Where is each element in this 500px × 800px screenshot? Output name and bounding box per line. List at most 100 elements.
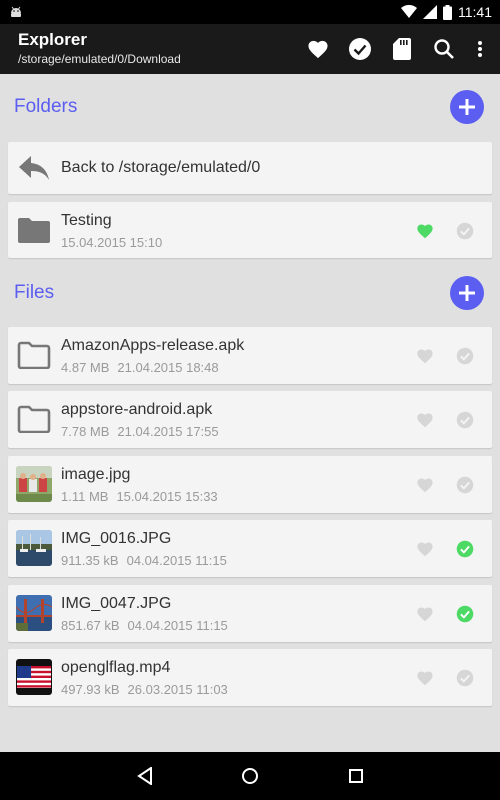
folder-icon-wrap — [16, 212, 52, 248]
file-size: 497.93 kB — [61, 682, 120, 697]
android-icon — [11, 6, 21, 17]
file-meta: 851.67 kB 04.04.2015 11:15 — [61, 618, 228, 633]
file-size: 911.35 kB — [61, 553, 119, 568]
file-thumb-wrap — [16, 530, 52, 566]
file-row[interactable]: appstore-android.apk 7.78 MB 21.04.2015 1… — [8, 391, 492, 448]
files-section-header: Files — [0, 272, 500, 316]
back-nav-button[interactable] — [133, 764, 157, 788]
file-name: AmazonApps-release.apk — [61, 337, 245, 354]
file-date: 21.04.2015 18:48 — [117, 360, 219, 375]
home-nav-button[interactable] — [238, 764, 262, 788]
back-label: Back to /storage/emulated/0 — [61, 159, 261, 176]
select-all-button[interactable] — [348, 37, 372, 61]
add-file-button[interactable] — [450, 276, 484, 310]
files-label: Files — [14, 282, 55, 303]
file-thumb-wrap — [16, 337, 52, 373]
search-icon — [434, 39, 454, 59]
check-circle-icon — [349, 38, 371, 60]
select-toggle[interactable] — [454, 667, 476, 689]
harbor-thumbnail — [16, 530, 52, 566]
file-row[interactable]: AmazonApps-release.apk 4.87 MB 21.04.2015… — [8, 327, 492, 384]
folders-section-header: Folders — [0, 86, 500, 130]
more-vert-icon — [478, 41, 482, 57]
file-date: 21.04.2015 17:55 — [117, 424, 219, 439]
file-size: 1.11 MB — [61, 489, 109, 504]
file-row[interactable]: IMG_0016.JPG 911.35 kB 04.04.2015 11:15 — [8, 520, 492, 577]
status-bar: 11:41 — [0, 0, 500, 24]
select-toggle[interactable] — [454, 538, 476, 560]
file-thumb-wrap — [16, 466, 52, 502]
favorite-toggle[interactable] — [414, 603, 436, 625]
heart-icon — [417, 413, 433, 428]
folder-outline-icon — [17, 341, 51, 369]
file-name: appstore-android.apk — [61, 401, 213, 418]
heart-icon — [417, 349, 433, 364]
file-row[interactable]: openglflag.mp4 497.93 kB 26.03.2015 11:03 — [8, 649, 492, 706]
sd-card-button[interactable] — [390, 37, 414, 61]
file-name: image.jpg — [61, 466, 131, 483]
status-time: 11:41 — [458, 4, 492, 20]
check-circle-icon — [456, 605, 474, 623]
current-path: /storage/emulated/0/Download — [18, 52, 181, 66]
file-name: IMG_0047.JPG — [61, 595, 172, 612]
wifi-icon — [401, 5, 417, 18]
file-date: 04.04.2015 11:15 — [127, 618, 228, 633]
heart-icon — [417, 224, 433, 239]
file-row[interactable]: image.jpg 1.11 MB 15.04.2015 15:33 — [8, 456, 492, 513]
favorite-toggle[interactable] — [414, 409, 436, 431]
signal-icon — [423, 5, 437, 19]
folders-label: Folders — [14, 96, 78, 117]
heart-icon — [417, 671, 433, 686]
folder-name: Testing — [61, 212, 112, 229]
favorite-toggle[interactable] — [414, 220, 436, 242]
favorite-toggle[interactable] — [414, 667, 436, 689]
recents-square-icon — [349, 769, 363, 783]
file-date: 26.03.2015 11:03 — [127, 682, 228, 697]
file-thumb-wrap — [16, 595, 52, 631]
check-circle-icon — [456, 222, 474, 240]
favorite-toggle[interactable] — [414, 538, 436, 560]
sd-card-icon — [393, 38, 411, 60]
folder-icon — [18, 218, 50, 243]
file-thumb-wrap — [16, 401, 52, 437]
folder-date: 15.04.2015 15:10 — [61, 235, 163, 250]
file-meta: 497.93 kB 26.03.2015 11:03 — [61, 682, 228, 697]
battery-icon — [443, 4, 452, 20]
select-toggle[interactable] — [454, 345, 476, 367]
favorite-toggle[interactable] — [414, 474, 436, 496]
search-button[interactable] — [432, 37, 456, 61]
back-icon-wrap — [16, 150, 52, 186]
file-meta: 4.87 MB 21.04.2015 18:48 — [61, 360, 219, 375]
file-thumb-wrap — [16, 659, 52, 695]
file-meta: 911.35 kB 04.04.2015 11:15 — [61, 553, 227, 568]
heart-icon — [417, 478, 433, 493]
favorites-button[interactable] — [306, 37, 330, 61]
app-bar-actions — [306, 36, 486, 62]
favorite-toggle[interactable] — [414, 345, 436, 367]
check-circle-icon — [456, 411, 474, 429]
home-circle-icon — [242, 768, 258, 784]
check-circle-icon — [456, 540, 474, 558]
select-toggle[interactable] — [454, 409, 476, 431]
recents-nav-button[interactable] — [344, 764, 368, 788]
folder-outline-icon — [17, 405, 51, 433]
plus-icon — [459, 99, 475, 115]
select-toggle[interactable] — [454, 474, 476, 496]
folder-row[interactable]: Testing 15.04.2015 15:10 — [8, 202, 492, 258]
select-toggle[interactable] — [454, 220, 476, 242]
back-row[interactable]: Back to /storage/emulated/0 — [8, 142, 492, 194]
file-meta: 7.78 MB 21.04.2015 17:55 — [61, 424, 219, 439]
back-triangle-icon — [137, 767, 152, 785]
add-folder-button[interactable] — [450, 90, 484, 124]
file-name: IMG_0016.JPG — [61, 530, 172, 547]
select-toggle[interactable] — [454, 603, 476, 625]
check-circle-icon — [456, 669, 474, 687]
bridge-thumbnail — [16, 595, 52, 631]
image-thumbnail — [16, 466, 52, 502]
file-row[interactable]: IMG_0047.JPG 851.67 kB 04.04.2015 11:15 — [8, 585, 492, 642]
reply-back-icon — [19, 156, 49, 180]
file-meta: 1.11 MB 15.04.2015 15:33 — [61, 489, 218, 504]
overflow-menu-button[interactable] — [474, 37, 486, 61]
file-size: 851.67 kB — [61, 618, 120, 633]
navigation-bar — [0, 752, 500, 800]
